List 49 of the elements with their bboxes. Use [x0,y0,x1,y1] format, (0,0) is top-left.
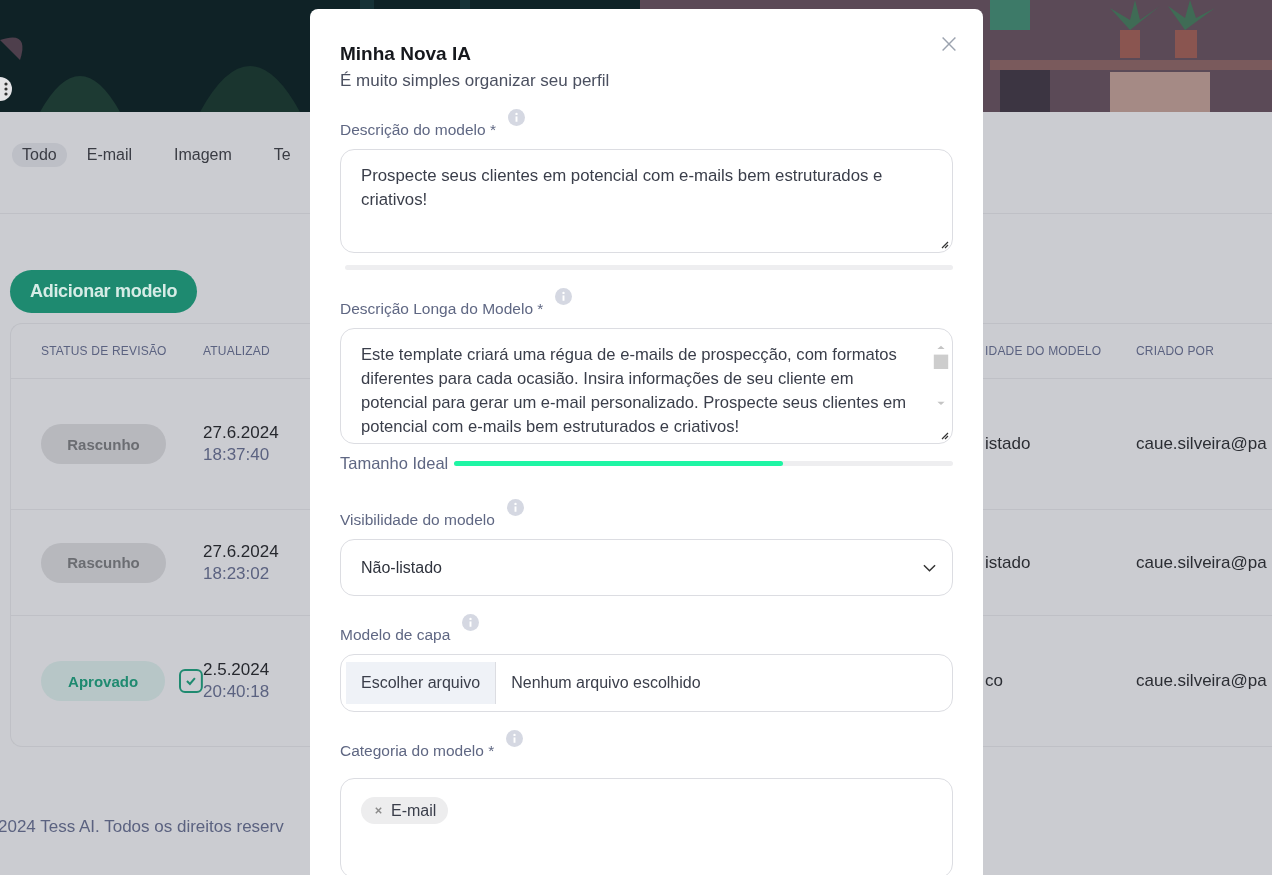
field-label: Descrição Longa do Modelo * [340,299,544,318]
table-cell-text: caue.silveira@pa [1136,552,1268,573]
field-label: Descrição do modelo * [340,120,496,139]
remove-icon[interactable] [374,806,383,815]
choose-file-button[interactable]: Escolher arquivo [346,662,497,704]
status-badge: Aprovado [41,661,166,701]
chevron-down-icon [923,564,936,572]
time-text: 18:23:02 [203,563,271,584]
resize-handle-icon[interactable] [939,430,949,440]
resize-handle-icon[interactable] [939,239,949,249]
close-icon[interactable] [941,36,957,52]
info-icon[interactable] [555,288,573,305]
field-value: Este template criará uma régua de e-mails de prospecção, com formatos diferentes para cada ocasião. Insira informações de seu cliente em potencial para gerar um e-mail personalizado. Prospecte seus clientes em potencial com e-mails bem estruturados e criativos! [361,344,908,438]
column-header: STATUS DE REVISÃO [40,344,168,358]
column-header: ATUALIZAD [203,344,271,358]
table-cell-text: caue.silveira@pa [1136,434,1268,454]
description-field[interactable]: Prospecte seus clientes em potencial com e-mails bem estruturados e criativos! [340,149,953,253]
info-icon[interactable] [462,614,480,631]
field-label: Modelo de capa [340,625,451,644]
table-cell-text: caue.silveira@pa [1136,671,1268,691]
filter-tab[interactable]: Te [263,142,301,167]
status-badge: Rascunho [41,424,166,464]
long-description-field[interactable] [340,328,953,444]
dialog-subtitle: É muito simples organizar seu perfil [340,71,611,91]
date-text: 27.6.2024 [203,541,280,562]
field-label: Categoria do modelo * [340,741,495,760]
meter-label: Tamanho Ideal [340,454,449,473]
filter-tab[interactable]: Todo [12,142,67,167]
table-cell-text: istado [984,552,1032,573]
filter-tab[interactable]: E-mail [76,142,143,167]
date-text: 27.6.2024 [203,423,280,443]
info-icon[interactable] [506,499,524,516]
file-status: Nenhum arquivo escolhido [511,674,701,692]
table-cell-text: istado [984,434,1032,454]
column-header: CRIADO POR [1136,344,1215,358]
check-icon [179,669,203,693]
table-cell-text: co [984,671,1004,691]
column-header: IDADE DO MODELO [984,344,1103,358]
time-text: 20:40:18 [203,682,271,702]
dialog-title: Minha Nova IA [340,43,472,65]
filter-tab[interactable]: Imagem [164,142,242,167]
info-icon[interactable] [506,730,524,747]
info-icon[interactable] [507,109,525,126]
date-text: 2.5.2024 [203,660,271,680]
visibility-select[interactable]: Não-listado [340,539,953,596]
tag-label: E-mail [391,801,437,820]
field-label: Visibilidade do modelo [340,510,495,529]
status-badge: Rascunho [41,542,166,583]
time-text: 18:37:40 [203,445,271,465]
